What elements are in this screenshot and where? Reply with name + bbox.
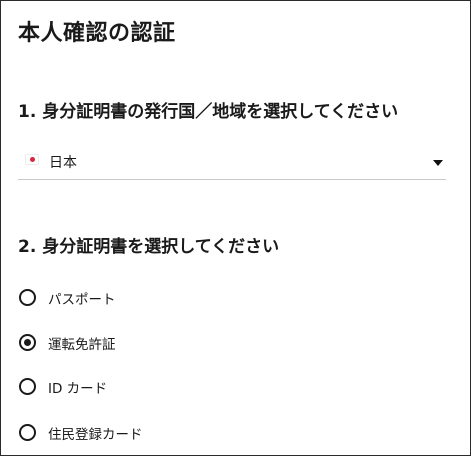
option-label: ID カード [48,381,108,397]
radio-button[interactable] [19,378,36,395]
country-select[interactable]: 日本 [18,144,446,180]
radio-button[interactable] [19,424,36,441]
radio-button[interactable] [19,289,36,306]
document-section-heading: 2. 身分証明書を選択してください [18,237,280,257]
country-section-heading: 1. 身分証明書の発行国／地域を選択してください [18,102,399,122]
country-selected-value: 日本 [49,155,77,171]
option-label: パスポート [48,292,116,308]
page-title: 本人確認の認証 [18,21,176,46]
japan-flag-icon [26,155,38,164]
document-option-drivers-license[interactable]: 運転免許証 [18,331,318,355]
radio-button[interactable] [19,334,36,351]
caret-down-icon[interactable] [433,160,443,166]
document-option-id-card[interactable]: ID カード [18,375,318,399]
document-option-resident-card[interactable]: 住民登録カード [18,421,318,445]
option-label: 運転免許証 [48,337,116,353]
identity-verification-panel: 本人確認の認証 1. 身分証明書の発行国／地域を選択してください 日本 2. 身… [0,0,471,456]
option-label: 住民登録カード [48,427,143,443]
document-option-passport[interactable]: パスポート [18,286,318,310]
